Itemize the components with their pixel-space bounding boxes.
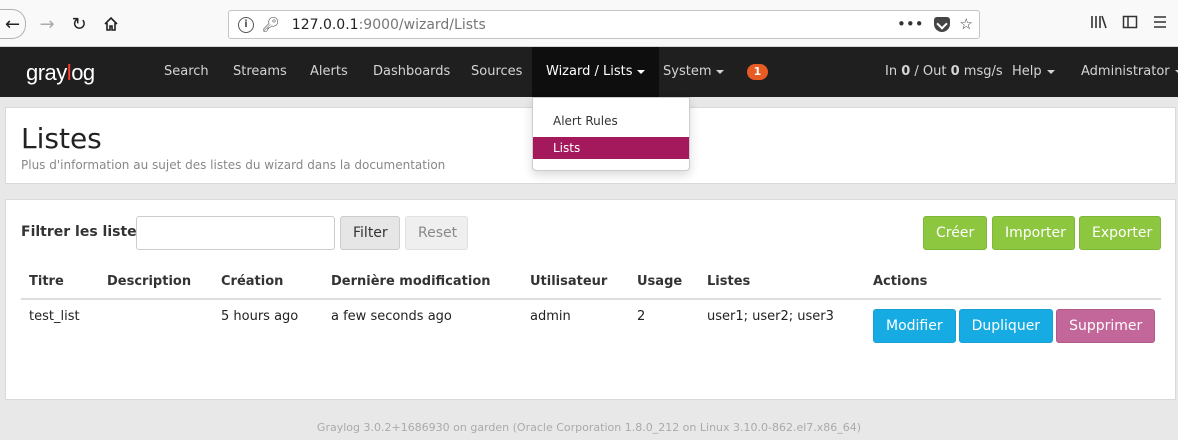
forward-button[interactable]: → bbox=[32, 10, 62, 38]
cell-actions: Modifier Dupliquer Supprimer bbox=[865, 299, 1161, 351]
filter-button[interactable]: Filter bbox=[340, 216, 400, 250]
caret-down-icon bbox=[637, 69, 646, 74]
cell-usage: 2 bbox=[637, 309, 646, 324]
graylog-logo[interactable]: graylog bbox=[26, 60, 95, 86]
page-actions-icon[interactable]: ••• bbox=[897, 15, 924, 33]
arrow-right-icon: → bbox=[39, 13, 55, 35]
nav-streams[interactable]: Streams bbox=[233, 47, 287, 97]
nav-wizard-dropdown[interactable]: Wizard / Lists bbox=[532, 47, 660, 97]
home-icon bbox=[104, 16, 118, 31]
create-button[interactable]: Créer bbox=[923, 216, 987, 250]
lists-table: Titre Description Création Dernière modi… bbox=[21, 264, 1161, 351]
nav-user-label: Administrator bbox=[1081, 64, 1170, 79]
url-text[interactable]: 127.0.0.1:9000/wizard/Lists bbox=[292, 17, 486, 33]
column-header-modified[interactable]: Dernière modification bbox=[323, 264, 522, 300]
browser-toolbar: ← → ↻ i 🔑︎ 127.0.0.1:9000/wizard/Lists •… bbox=[0, 0, 1178, 47]
menu-item-alert-rules[interactable]: Alert Rules bbox=[533, 110, 689, 132]
table-row: test_list 5 hours ago a few seconds ago … bbox=[21, 299, 1161, 351]
filter-input[interactable] bbox=[136, 216, 335, 250]
url-bar[interactable]: i 🔑︎ 127.0.0.1:9000/wizard/Lists ••• ☆ bbox=[228, 10, 980, 39]
edit-button[interactable]: Modifier bbox=[873, 309, 956, 343]
nav-system-dropdown[interactable]: System bbox=[663, 47, 725, 97]
reset-button[interactable]: Reset bbox=[405, 216, 468, 250]
lists-panel: Filtrer les listes Filter Reset Créer Im… bbox=[5, 199, 1176, 400]
arrow-left-icon: ← bbox=[4, 13, 21, 35]
column-header-title[interactable]: Titre bbox=[21, 264, 99, 300]
nav-search[interactable]: Search bbox=[164, 47, 209, 97]
cell-title: test_list bbox=[29, 309, 80, 324]
wizard-dropdown-menu: Alert Rules Lists bbox=[532, 97, 690, 171]
cell-user: admin bbox=[530, 309, 571, 324]
column-header-created[interactable]: Création bbox=[213, 264, 323, 300]
throughput-indicator[interactable]: In 0 / Out 0 msg/s bbox=[885, 47, 1003, 97]
reload-button[interactable]: ↻ bbox=[64, 10, 94, 38]
cell-created: 5 hours ago bbox=[221, 309, 299, 324]
column-header-lists[interactable]: Listes bbox=[699, 264, 865, 300]
nav-system-label: System bbox=[663, 64, 712, 79]
hamburger-menu-icon[interactable] bbox=[1152, 14, 1168, 30]
library-icon[interactable] bbox=[1090, 14, 1108, 30]
nav-user-dropdown[interactable]: Administrator bbox=[1081, 47, 1178, 97]
home-button[interactable] bbox=[96, 10, 126, 38]
sidebar-icon[interactable] bbox=[1122, 14, 1138, 30]
export-button[interactable]: Exporter bbox=[1079, 216, 1161, 250]
column-header-actions: Actions bbox=[865, 264, 1161, 300]
page-title: Listes bbox=[21, 122, 102, 155]
caret-down-icon bbox=[1174, 69, 1178, 74]
delete-button[interactable]: Supprimer bbox=[1056, 309, 1156, 343]
nav-alerts[interactable]: Alerts bbox=[310, 47, 348, 97]
info-icon[interactable]: i bbox=[238, 16, 254, 33]
cell-description bbox=[99, 299, 213, 351]
table-header-row: Titre Description Création Dernière modi… bbox=[21, 264, 1161, 300]
nav-sources[interactable]: Sources bbox=[471, 47, 522, 97]
caret-down-icon bbox=[1046, 69, 1055, 74]
nav-wizard-label: Wizard / Lists bbox=[546, 64, 633, 79]
main-navbar: graylog Search Streams Alerts Dashboards… bbox=[0, 47, 1178, 97]
back-button[interactable]: ← bbox=[0, 9, 26, 39]
column-header-usage[interactable]: Usage bbox=[629, 264, 699, 300]
cell-modified: a few seconds ago bbox=[331, 309, 452, 324]
pocket-icon[interactable] bbox=[933, 16, 950, 32]
duplicate-button[interactable]: Dupliquer bbox=[958, 309, 1054, 343]
key-icon: 🔑︎ bbox=[262, 16, 280, 33]
filter-label: Filtrer les listes bbox=[21, 224, 145, 240]
import-button[interactable]: Importer bbox=[992, 216, 1075, 250]
nav-dashboards[interactable]: Dashboards bbox=[373, 47, 450, 97]
nav-help-label: Help bbox=[1012, 64, 1042, 79]
bookmark-star-icon[interactable]: ☆ bbox=[960, 15, 973, 33]
nav-help-dropdown[interactable]: Help bbox=[1012, 47, 1055, 97]
footer-version: Graylog 3.0.2+1686930 on garden (Oracle … bbox=[316, 421, 862, 434]
column-header-description[interactable]: Description bbox=[99, 264, 213, 300]
page-subtitle: Plus d'information au sujet des listes d… bbox=[21, 158, 446, 172]
reload-icon: ↻ bbox=[71, 13, 87, 35]
column-header-user[interactable]: Utilisateur bbox=[522, 264, 629, 300]
caret-down-icon bbox=[716, 69, 725, 74]
menu-item-lists[interactable]: Lists bbox=[533, 137, 689, 159]
notification-badge[interactable]: 1 bbox=[747, 64, 768, 80]
cell-lists: user1; user2; user3 bbox=[707, 309, 834, 324]
